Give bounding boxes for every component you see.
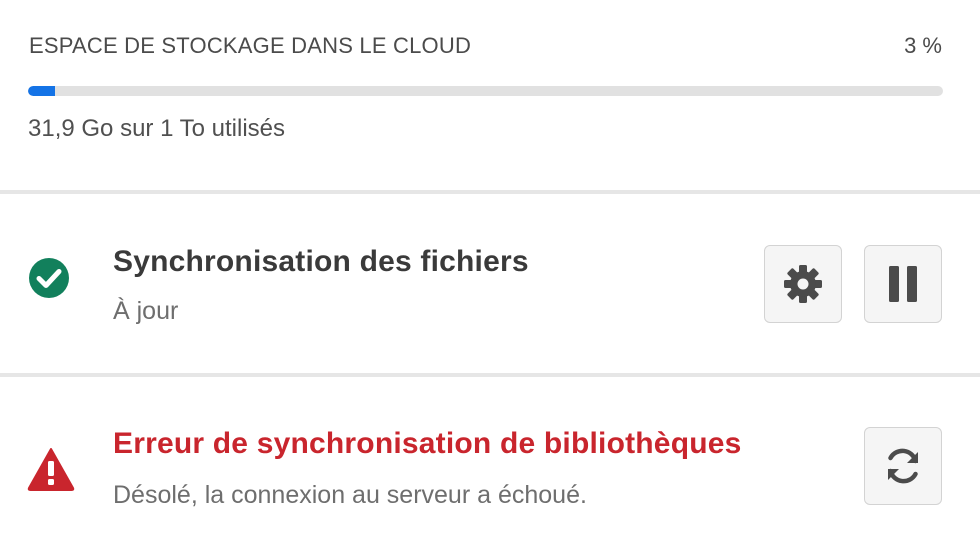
gear-icon (783, 264, 823, 304)
check-circle-icon (28, 257, 70, 299)
cloud-storage-section: ESPACE DE STOCKAGE DANS LE CLOUD 3 % 31,… (0, 0, 980, 190)
library-sync-error-message: Désolé, la connexion au serveur a échoué… (113, 481, 587, 509)
creative-cloud-sync-panel: ESPACE DE STOCKAGE DANS LE CLOUD 3 % 31,… (0, 0, 980, 556)
retry-sync-button[interactable] (864, 427, 942, 505)
pause-sync-button[interactable] (864, 245, 942, 323)
storage-progress-bar (28, 86, 943, 96)
storage-title: ESPACE DE STOCKAGE DANS LE CLOUD (29, 33, 472, 58)
file-sync-title: Synchronisation des fichiers (113, 245, 529, 278)
library-sync-error-row: Erreur de synchronisation de bibliothèqu… (0, 377, 980, 556)
refresh-icon (881, 444, 925, 488)
storage-percent: 3 % (904, 33, 942, 58)
file-sync-row: Synchronisation des fichiers À jour (0, 194, 980, 373)
alert-triangle-icon (27, 447, 75, 491)
storage-progress-fill (28, 86, 56, 96)
library-sync-error-title: Erreur de synchronisation de bibliothèqu… (113, 427, 742, 460)
storage-usage-text: 31,9 Go sur 1 To utilisés (28, 115, 286, 142)
sync-settings-button[interactable] (764, 245, 842, 323)
pause-icon (887, 266, 919, 302)
file-sync-status: À jour (113, 297, 179, 325)
